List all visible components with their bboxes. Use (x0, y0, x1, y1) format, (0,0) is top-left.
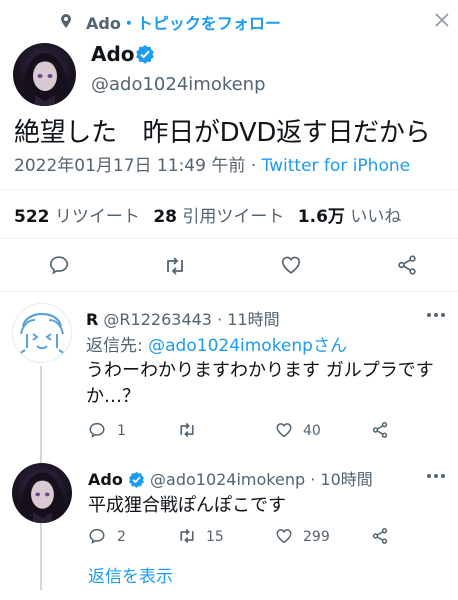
verified-icon (128, 471, 145, 488)
reply-text: 平成狸合戦ぽんぽこです (88, 495, 286, 516)
reply-icon[interactable] (88, 421, 106, 439)
retweets-stat[interactable]: 522 リツイート (14, 207, 145, 227)
tweet-source[interactable]: Twitter for iPhone (262, 156, 411, 176)
tweet-stats: 522 リツイート 28 引用ツイート 1.6万 いいね (14, 202, 401, 227)
reply-header: R @R12263443 · 11時間 (86, 306, 280, 330)
like-icon[interactable] (275, 527, 293, 545)
like-count: 40 (303, 423, 321, 439)
reply-handle-time[interactable]: @R12263443 · 11時間 (103, 310, 279, 329)
reply-icon[interactable] (88, 527, 106, 545)
reply-display-name[interactable]: R (86, 310, 98, 329)
retweets-count: 522 (14, 207, 50, 227)
reply-display-name[interactable]: Ado (88, 470, 123, 489)
more-icon[interactable] (426, 312, 446, 318)
share-icon[interactable] (396, 254, 418, 276)
timestamp-text[interactable]: 2022年01月17日 11:49 午前 · (14, 156, 256, 176)
divider (0, 291, 458, 292)
retweet-count: 15 (206, 529, 224, 545)
close-icon[interactable] (434, 12, 450, 28)
like-icon[interactable] (280, 254, 302, 276)
like-count: 299 (303, 529, 330, 545)
reply-text: うわーわかりますわかります ガルプラです か…？ (86, 358, 434, 410)
quotes-stat[interactable]: 28 引用ツイート (153, 207, 289, 227)
follow-topic-link[interactable]: ・トピックをフォロー (121, 14, 281, 33)
retweet-icon[interactable] (177, 527, 197, 545)
reply-to-prefix: 返信先: (86, 336, 143, 356)
reply-avatar[interactable] (12, 303, 72, 363)
tweet-timestamp: 2022年01月17日 11:49 午前 · Twitter for iPhon… (14, 151, 410, 176)
display-name[interactable]: Ado (91, 42, 135, 66)
reply-handle-time[interactable]: @ado1024imokenp · 10時間 (150, 470, 373, 489)
reply-count: 1 (117, 423, 126, 439)
retweet-icon[interactable] (163, 255, 187, 277)
divider (0, 238, 458, 239)
avatar[interactable] (13, 43, 76, 106)
more-icon[interactable] (426, 473, 446, 479)
reply-text-line: うわーわかりますわかります ガルプラです (86, 360, 434, 381)
reply-count: 2 (117, 529, 126, 545)
topic-prefix: Ado (86, 14, 121, 33)
reply-header: Ado @ado1024imokenp · 10時間 (88, 466, 373, 490)
topic-label: Ado・トピックをフォロー (86, 10, 281, 34)
reply-icon[interactable] (48, 254, 70, 276)
likes-stat[interactable]: 1.6万 いいね (298, 207, 402, 227)
verified-icon (135, 44, 155, 64)
like-icon[interactable] (275, 421, 293, 439)
reply-to-handle[interactable]: @ado1024imokenpさん (148, 336, 347, 356)
share-icon[interactable] (371, 527, 389, 545)
tweet-text: 絶望した 昨日がDVD返す日だから (14, 118, 431, 148)
reply-avatar[interactable] (12, 463, 72, 523)
handle[interactable]: @ado1024imokenp (91, 74, 266, 95)
likes-label: いいね (350, 207, 402, 227)
reply-to: 返信先: @ado1024imokenpさん (86, 331, 347, 356)
retweets-label: リツイート (54, 207, 140, 227)
quotes-count: 28 (153, 207, 177, 227)
topic-icon (60, 13, 72, 29)
quotes-label: 引用ツイート (182, 207, 285, 227)
divider (0, 189, 458, 190)
likes-count: 1.6万 (297, 207, 345, 227)
retweet-icon[interactable] (177, 421, 197, 439)
show-replies-link[interactable]: 返信を表示 (88, 562, 173, 587)
reply-text-line: か…？ (86, 386, 140, 407)
share-icon[interactable] (371, 421, 389, 439)
